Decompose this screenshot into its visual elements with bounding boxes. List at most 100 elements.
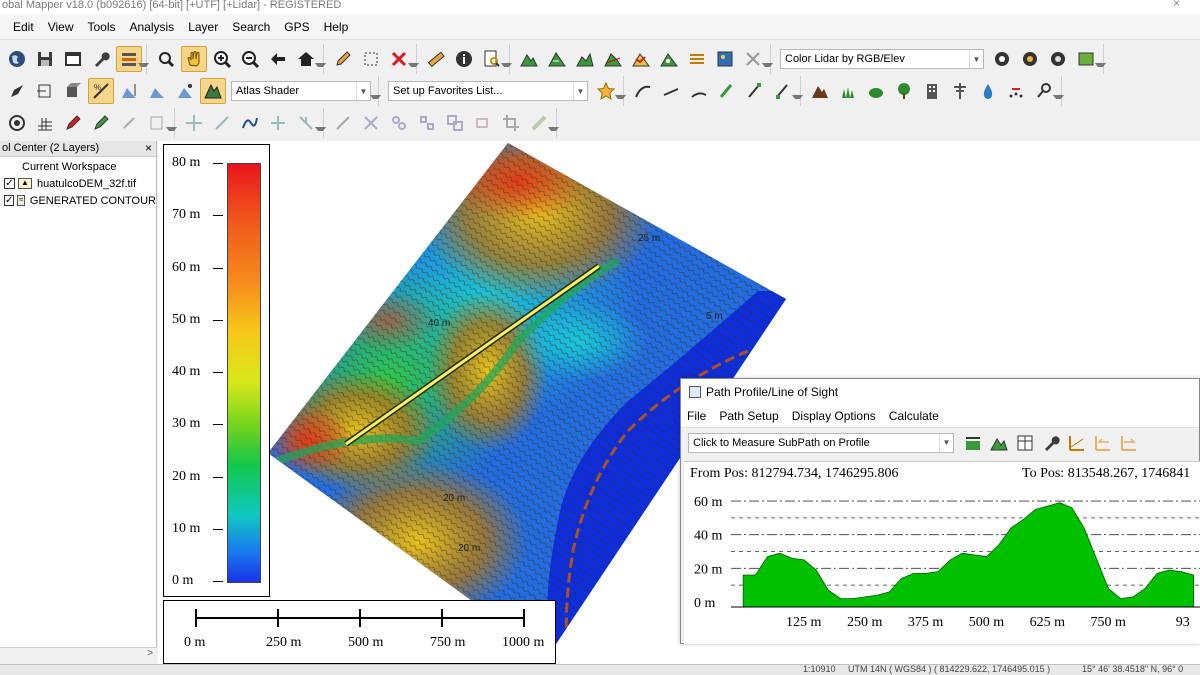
globe-icon[interactable] bbox=[4, 46, 30, 72]
chevron-down-icon[interactable]: ▼ bbox=[356, 82, 370, 100]
current-workspace[interactable]: Current Workspace bbox=[0, 157, 156, 175]
profile-menu-path-setup[interactable]: Path Setup bbox=[719, 409, 778, 423]
vertical-exaggeration-icon[interactable] bbox=[116, 78, 142, 104]
water-drop-icon[interactable] bbox=[975, 78, 1001, 104]
terrain-volume-icon[interactable] bbox=[572, 46, 598, 72]
terrain-watershed-icon[interactable] bbox=[628, 46, 654, 72]
3d-view-icon[interactable] bbox=[60, 78, 86, 104]
path-vertex-icon[interactable] bbox=[742, 78, 768, 104]
path-draw-icon[interactable] bbox=[630, 78, 656, 104]
paint-green-icon[interactable] bbox=[88, 110, 114, 136]
control-center-icon[interactable] bbox=[116, 46, 142, 72]
favorites-combo[interactable]: Set up Favorites List... ▼ bbox=[388, 81, 588, 101]
lidar-settings-icon[interactable] bbox=[1045, 46, 1071, 72]
home-icon[interactable] bbox=[293, 46, 319, 72]
light-direction-icon[interactable] bbox=[172, 78, 198, 104]
power-line-icon[interactable] bbox=[947, 78, 973, 104]
profile-menu-file[interactable]: File bbox=[687, 409, 706, 423]
pen-red-icon[interactable] bbox=[60, 110, 86, 136]
search-doc-icon[interactable] bbox=[479, 46, 505, 72]
profile-line-of-sight-icon[interactable] bbox=[1065, 431, 1089, 455]
mountain-icon[interactable] bbox=[807, 78, 833, 104]
horizontal-scrollbar[interactable]: > bbox=[0, 647, 157, 661]
path-line-icon[interactable] bbox=[658, 78, 684, 104]
menu-analysis[interactable]: Analysis bbox=[130, 20, 175, 34]
profile-table-icon[interactable] bbox=[1013, 431, 1037, 455]
ground-points-icon[interactable] bbox=[1003, 78, 1029, 104]
target-icon[interactable] bbox=[4, 110, 30, 136]
profile-forward-icon[interactable] bbox=[1117, 431, 1141, 455]
terrain-viewshed-icon[interactable] bbox=[656, 46, 682, 72]
save-icon[interactable] bbox=[32, 46, 58, 72]
layer-checkbox[interactable]: ✓ bbox=[4, 178, 15, 189]
elevation-scale-icon[interactable] bbox=[144, 78, 170, 104]
terrain-layers-icon[interactable] bbox=[684, 46, 710, 72]
path-split-icon[interactable] bbox=[770, 78, 796, 104]
menu-tools[interactable]: Tools bbox=[87, 20, 115, 34]
wrench-icon[interactable] bbox=[88, 46, 114, 72]
slope-icon[interactable]: % bbox=[88, 78, 114, 104]
menu-gps[interactable]: GPS bbox=[284, 20, 309, 34]
close-panel-icon[interactable]: × bbox=[145, 141, 152, 156]
lidar-gear-alt-icon[interactable] bbox=[1017, 46, 1043, 72]
terrain-path-icon[interactable] bbox=[600, 46, 626, 72]
shader-combo[interactable]: Atlas Shader ▼ bbox=[231, 81, 371, 101]
pan-hand-icon[interactable] bbox=[181, 46, 207, 72]
back-arrow-icon[interactable] bbox=[265, 46, 291, 72]
delete-x-icon[interactable] bbox=[386, 46, 412, 72]
query-icon[interactable] bbox=[1031, 78, 1057, 104]
zoom-in-icon[interactable] bbox=[209, 46, 235, 72]
path-profile-window[interactable]: Path Profile/Line of Sight File Path Set… bbox=[680, 378, 1200, 644]
shader-mountain-icon[interactable] bbox=[200, 78, 226, 104]
chevron-down-icon[interactable]: ▼ bbox=[969, 50, 983, 68]
zoom-out-icon[interactable] bbox=[237, 46, 263, 72]
select-rect-icon[interactable] bbox=[358, 46, 384, 72]
tree-icon[interactable] bbox=[891, 78, 917, 104]
terrain-contour-icon[interactable] bbox=[544, 46, 570, 72]
favorite-star-icon[interactable] bbox=[593, 78, 619, 104]
layer-item[interactable]: ✓ ▲ huatulcoDEM_32f.tif bbox=[0, 175, 156, 192]
attach-icon[interactable] bbox=[32, 78, 58, 104]
scroll-right-icon[interactable]: > bbox=[147, 648, 153, 659]
ruler-icon[interactable] bbox=[423, 46, 449, 72]
elevation-area bbox=[742, 502, 1195, 608]
profile-wrench-icon[interactable] bbox=[1039, 431, 1063, 455]
path-curve-icon[interactable] bbox=[686, 78, 712, 104]
feature-edit-icon[interactable] bbox=[4, 78, 30, 104]
lidar-color-combo[interactable]: Color Lidar by RGB/Elev ▼ bbox=[780, 49, 984, 69]
scale-tick bbox=[359, 609, 361, 627]
profile-menu-calculate[interactable]: Calculate bbox=[889, 409, 939, 423]
layer-item[interactable]: ✓ ≈ GENERATED CONTOUR bbox=[0, 192, 156, 209]
disabled-join-icon bbox=[386, 110, 412, 136]
window-icon[interactable] bbox=[60, 46, 86, 72]
profile-chart[interactable]: From Pos: 812794.734, 1746295.806 To Pos… bbox=[684, 461, 1200, 644]
chevron-down-icon[interactable]: ▼ bbox=[573, 82, 587, 100]
profile-terrain-icon[interactable] bbox=[987, 431, 1011, 455]
building-icon[interactable] bbox=[919, 78, 945, 104]
menu-search[interactable]: Search bbox=[232, 20, 270, 34]
layer-checkbox[interactable]: ✓ bbox=[4, 195, 15, 206]
bush-icon[interactable] bbox=[863, 78, 889, 104]
trace-icon[interactable] bbox=[237, 110, 263, 136]
profile-settings-icon[interactable] bbox=[961, 431, 985, 455]
menu-view[interactable]: View bbox=[48, 20, 74, 34]
lidar-filter-icon[interactable] bbox=[1073, 46, 1099, 72]
close-window-icon[interactable]: × bbox=[1173, 0, 1180, 9]
chevron-down-icon[interactable]: ▼ bbox=[939, 433, 953, 452]
profile-reverse-icon[interactable] bbox=[1091, 431, 1115, 455]
lidar-gear-icon[interactable] bbox=[989, 46, 1015, 72]
profile-titlebar[interactable]: Path Profile/Line of Sight bbox=[681, 379, 1199, 405]
pencil-icon[interactable] bbox=[330, 46, 356, 72]
profile-mode-combo[interactable]: Click to Measure SubPath on Profile ▼ bbox=[688, 432, 954, 453]
grid-tool-icon[interactable] bbox=[32, 110, 58, 136]
terrain-icon[interactable] bbox=[516, 46, 542, 72]
info-icon[interactable] bbox=[451, 46, 477, 72]
image-icon[interactable] bbox=[712, 46, 738, 72]
zoom-tool-icon[interactable] bbox=[153, 46, 179, 72]
profile-menu-display-options[interactable]: Display Options bbox=[792, 409, 876, 423]
menu-edit[interactable]: Edit bbox=[13, 20, 34, 34]
menu-layer[interactable]: Layer bbox=[188, 20, 218, 34]
menu-help[interactable]: Help bbox=[324, 20, 349, 34]
path-green-icon[interactable] bbox=[714, 78, 740, 104]
grass-icon[interactable] bbox=[835, 78, 861, 104]
